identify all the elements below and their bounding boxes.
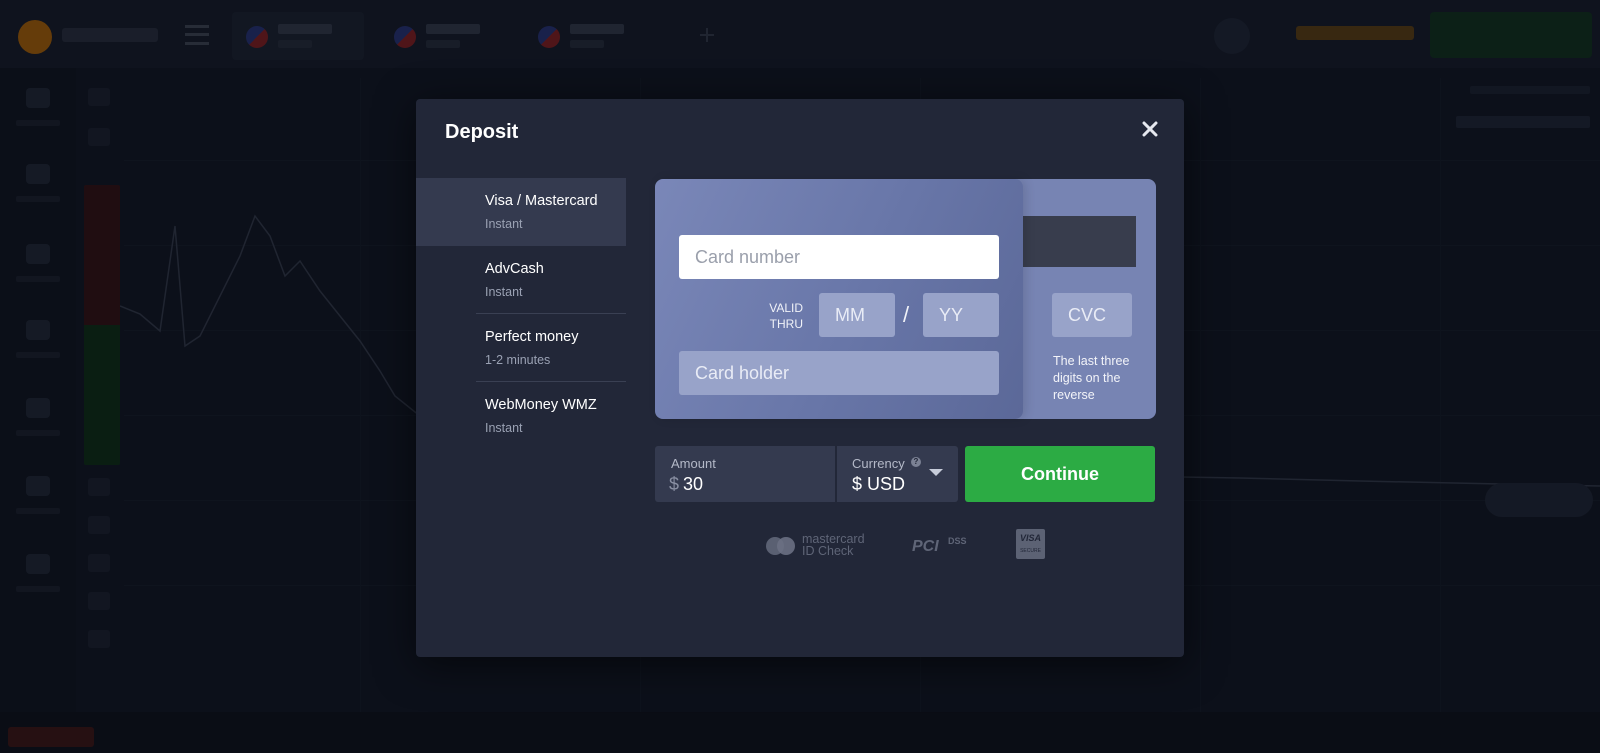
pci-dss-logo-icon: PCI DSS — [912, 536, 967, 555]
currency-value: $ USD — [852, 474, 906, 494]
help-icon[interactable]: ? — [911, 457, 921, 467]
amount-value: 30 — [683, 474, 704, 494]
method-name: Perfect money — [485, 329, 579, 345]
mastercard-logo-icon — [766, 537, 795, 555]
method-advcash[interactable]: AdvCash Instant — [416, 246, 626, 314]
svg-text:DSS: DSS — [948, 536, 967, 546]
modal-title: Deposit — [445, 121, 519, 143]
method-name: AdvCash — [485, 261, 544, 277]
method-time: Instant — [485, 421, 523, 435]
card-number-input[interactable] — [679, 235, 999, 279]
method-time: Instant — [485, 285, 523, 299]
method-webmoney-wmz[interactable]: WebMoney WMZ Instant — [416, 382, 626, 450]
method-perfect-money[interactable]: Perfect money 1-2 minutes — [416, 314, 626, 382]
cvc-hint: The last three digits on the reverse — [1053, 354, 1130, 402]
method-name: WebMoney WMZ — [485, 397, 597, 413]
amount-label: Amount — [671, 456, 716, 471]
valid-thru-label: VALID THRU — [769, 301, 803, 331]
expiry-year-input[interactable] — [923, 293, 999, 337]
continue-button[interactable]: Continue — [965, 446, 1155, 502]
method-time: 1-2 minutes — [485, 353, 551, 367]
amount-field[interactable]: Amount $ 30 — [655, 446, 835, 502]
method-time: Instant — [485, 217, 523, 231]
method-name: Visa / Mastercard — [485, 193, 598, 209]
card-holder-input[interactable] — [679, 351, 999, 395]
close-icon[interactable] — [1142, 121, 1164, 143]
amount-currency-symbol: $ — [669, 474, 680, 494]
currency-select[interactable]: Currency ? $ USD — [837, 446, 958, 502]
mastercard-id-check-text: mastercard ID Check — [802, 532, 865, 558]
payment-methods-list: Visa / Mastercard Instant AdvCash Instan… — [416, 178, 626, 450]
svg-text:PCI: PCI — [912, 538, 939, 555]
currency-label: Currency — [852, 456, 905, 471]
chevron-down-icon — [929, 469, 943, 476]
expiry-separator: / — [903, 302, 910, 327]
expiry-month-input[interactable] — [819, 293, 895, 337]
method-visa-mastercard[interactable]: Visa / Mastercard Instant — [416, 178, 626, 246]
visa-secure-logo-icon: VISA SECURE — [1016, 529, 1045, 559]
cvc-input[interactable] — [1052, 293, 1132, 337]
